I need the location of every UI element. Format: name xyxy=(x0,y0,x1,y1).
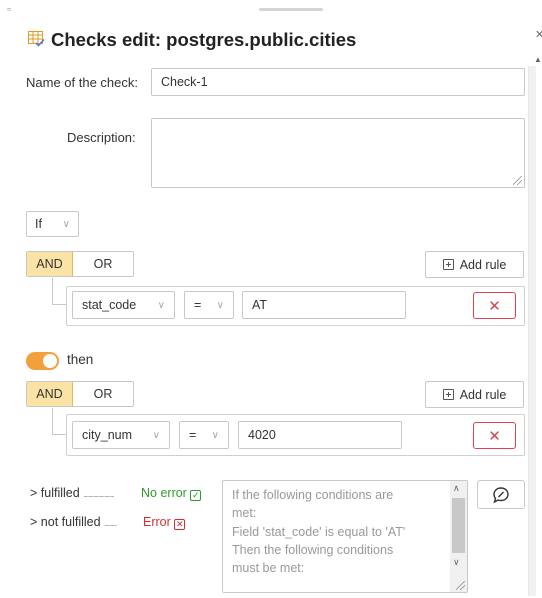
plus-square-icon xyxy=(442,389,454,400)
scroll-up-icon[interactable]: ▲ xyxy=(534,55,542,64)
leader-dots: ......................... xyxy=(83,490,115,499)
then-label: then xyxy=(67,352,94,367)
message-textarea[interactable]: If the following conditions are met: Fie… xyxy=(222,480,468,593)
comment-button[interactable] xyxy=(477,480,525,509)
resize-grip-icon[interactable] xyxy=(513,176,522,185)
speech-bubble-icon xyxy=(493,486,509,503)
corner-mark-icon: ≈ xyxy=(7,5,12,14)
then-or-button[interactable]: OR xyxy=(73,382,133,406)
if-value-input[interactable]: AT xyxy=(242,291,406,319)
if-and-button[interactable]: AND xyxy=(27,252,73,276)
table-check-icon xyxy=(28,31,45,47)
close-icon: ✕ xyxy=(488,427,501,445)
chevron-down-icon: ∨ xyxy=(211,429,219,441)
fulfilled-label: fulfilled xyxy=(40,486,80,500)
window-scrollbar[interactable] xyxy=(528,66,536,596)
if-field-select[interactable]: stat_code ∨ xyxy=(72,291,175,319)
fulfilled-status: No error ✓ xyxy=(141,486,202,501)
if-operator-select[interactable]: = ∨ xyxy=(184,291,234,319)
description-textarea[interactable] xyxy=(151,118,525,188)
not-fulfilled-status: Error ✕ xyxy=(143,515,186,530)
then-operator-select[interactable]: = ∨ xyxy=(179,421,229,449)
chevron-right-icon: > xyxy=(30,515,38,529)
message-scrollbar[interactable]: ∧ ∨ xyxy=(450,481,467,592)
then-tree-connector xyxy=(52,408,66,435)
fulfilled-row[interactable]: > fulfilled ......................... xyxy=(30,486,115,500)
check-name-value: Check-1 xyxy=(161,75,208,89)
description-label: Description: xyxy=(67,130,136,145)
then-value-input[interactable]: 4020 xyxy=(238,421,402,449)
chevron-down-icon: ∨ xyxy=(152,429,160,441)
chevron-down-icon: ∨ xyxy=(62,218,70,230)
then-delete-rule-button[interactable]: ✕ xyxy=(473,422,516,449)
toggle-knob xyxy=(43,354,57,368)
if-or-button[interactable]: OR xyxy=(73,252,133,276)
leader-dots: .......... xyxy=(104,519,117,528)
close-icon: ✕ xyxy=(488,297,501,315)
dialog-title: Checks edit: postgres.public.cities xyxy=(51,29,357,50)
not-fulfilled-row[interactable]: > not fulfilled .......... xyxy=(30,515,117,529)
scroll-down-icon[interactable]: ∨ xyxy=(453,557,460,568)
check-name-input[interactable]: Check-1 xyxy=(151,68,525,96)
if-add-rule-button[interactable]: Add rule xyxy=(425,251,524,278)
if-tree-connector xyxy=(52,278,66,305)
not-fulfilled-label: not fulfilled xyxy=(40,515,101,529)
then-and-button[interactable]: AND xyxy=(27,382,73,406)
then-field-select[interactable]: city_num ∨ xyxy=(72,421,170,449)
if-conjunction-toggle: AND OR xyxy=(26,251,134,277)
if-delete-rule-button[interactable]: ✕ xyxy=(473,292,516,319)
scroll-up-icon[interactable]: ∧ xyxy=(453,483,460,494)
resize-grip-icon[interactable] xyxy=(456,581,465,590)
x-square-icon: ✕ xyxy=(174,519,186,530)
chevron-down-icon: ∨ xyxy=(216,299,224,311)
name-label: Name of the check: xyxy=(26,75,138,90)
chevron-down-icon: ∨ xyxy=(157,299,165,311)
then-toggle[interactable] xyxy=(26,352,59,370)
drag-handle[interactable] xyxy=(259,8,323,11)
then-conjunction-toggle: AND OR xyxy=(26,381,134,407)
plus-square-icon xyxy=(442,259,454,270)
message-text: If the following conditions are met: Fie… xyxy=(232,488,406,576)
if-select[interactable]: If ∨ xyxy=(26,211,79,237)
chevron-right-icon: > xyxy=(30,486,38,500)
check-square-icon: ✓ xyxy=(190,490,202,501)
close-icon[interactable]: ✕ xyxy=(535,28,542,41)
then-add-rule-button[interactable]: Add rule xyxy=(425,381,524,408)
message-scroll-thumb[interactable] xyxy=(452,498,465,553)
